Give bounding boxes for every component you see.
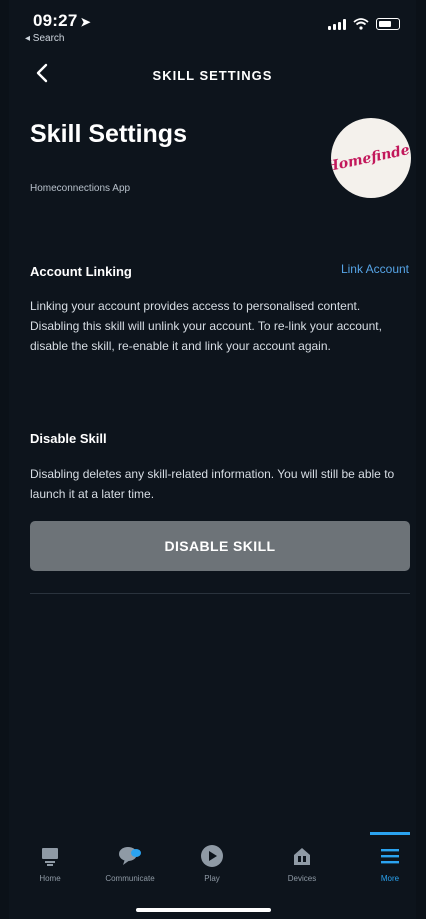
tab-play-label: Play (204, 874, 220, 883)
status-time-text: 09:27 (33, 11, 78, 30)
location-arrow-icon: ➤ (80, 15, 91, 29)
disable-skill-description: Disabling deletes any skill-related info… (30, 467, 395, 501)
account-linking-description: Linking your account provides access to … (30, 299, 382, 353)
cellular-signal-icon (328, 18, 346, 30)
wifi-icon (353, 18, 369, 30)
disable-skill-title: Disable Skill (30, 431, 107, 446)
status-time: 09:27 ➤ (33, 11, 91, 31)
tab-devices-label: Devices (287, 874, 317, 883)
tab-play[interactable]: Play (177, 840, 247, 883)
status-bar: 09:27 ➤ ◂ Search (9, 0, 416, 46)
battery-icon (376, 18, 400, 30)
nav-title: SKILL SETTINGS (152, 68, 273, 83)
disable-skill-button[interactable]: DISABLE SKILL (30, 521, 410, 571)
skill-provider-name: Homeconnections App (30, 183, 131, 194)
back-to-app-link[interactable]: ◂ Search (25, 33, 64, 44)
play-icon (201, 845, 223, 867)
account-linking-title: Account Linking (30, 264, 132, 279)
link-account-link[interactable]: Link Account (341, 262, 409, 276)
app-screen: 09:27 ➤ ◂ Search SKILL SETTINGS Skill Set… (9, 0, 416, 919)
devices-icon (294, 848, 310, 865)
skill-logo-text: Homefinder (331, 140, 411, 176)
skill-logo: Homefinder (331, 118, 411, 198)
tab-home-label: Home (39, 874, 61, 883)
tab-more-label: More (380, 874, 400, 883)
bottom-tab-bar: Home Communicate Play Devices More (9, 832, 416, 898)
tab-home[interactable]: Home (15, 840, 85, 883)
tab-more[interactable]: More (355, 832, 425, 883)
menu-icon (381, 849, 399, 864)
home-indicator (136, 908, 271, 912)
home-icon (42, 848, 58, 866)
navigation-bar: SKILL SETTINGS (9, 56, 416, 92)
chat-bubble-icon (119, 847, 141, 865)
tab-communicate[interactable]: Communicate (95, 840, 165, 883)
divider (30, 593, 410, 594)
tab-communicate-label: Communicate (105, 874, 155, 883)
page-title: Skill Settings (30, 120, 187, 148)
tab-devices[interactable]: Devices (267, 840, 337, 883)
system-icons (328, 18, 400, 30)
